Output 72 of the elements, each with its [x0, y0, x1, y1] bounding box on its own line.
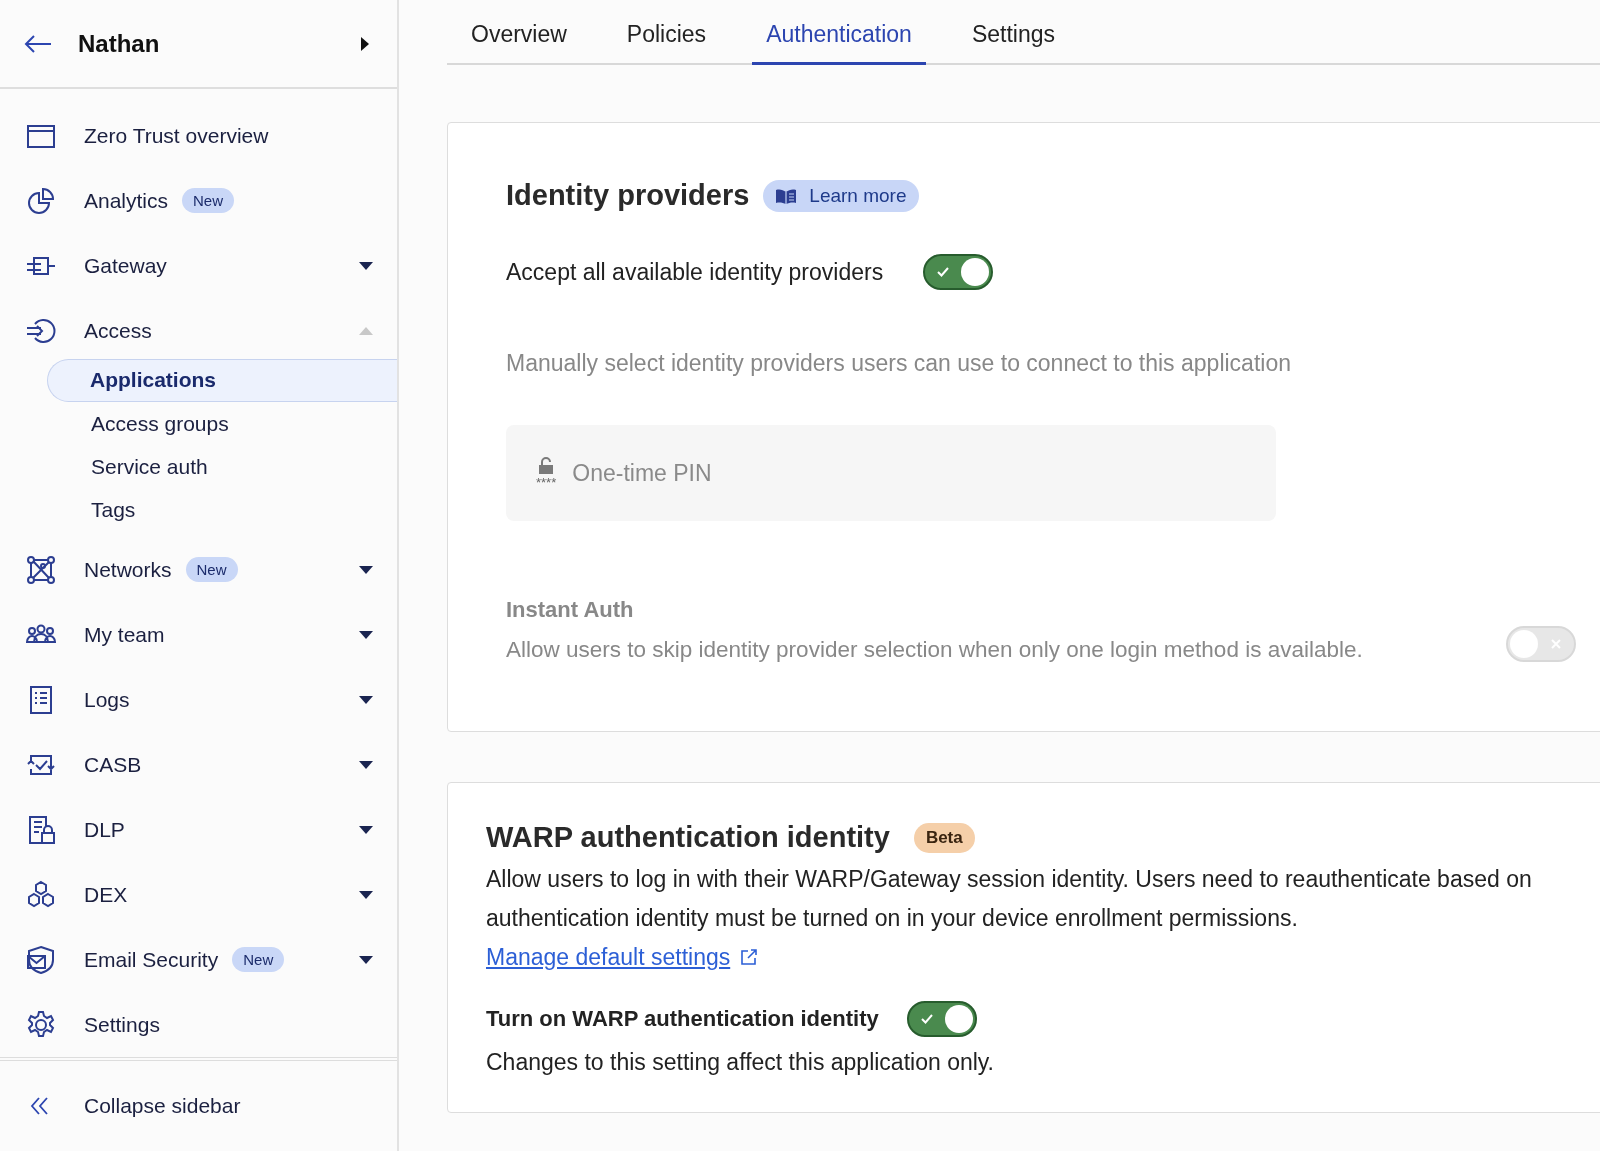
description-text: Allow users to log in with their WARP/Gateway session identity. Users need to reauthenticate based on [486, 866, 1533, 893]
instant-auth-description: Allow users to skip identity provider selection when only one login method is available. [506, 637, 1363, 663]
sidebar-item[interactable]: Zero Trust overview [0, 103, 397, 168]
sidebar-item[interactable]: DEX [0, 862, 397, 927]
sidebar-item-label: Analytics [84, 188, 169, 213]
toggle-switch[interactable] [923, 254, 994, 290]
note-text: Changes to this setting affect this application only. [486, 1049, 995, 1076]
sidebar-item[interactable]: Logs [0, 667, 397, 732]
tab[interactable]: Settings [957, 21, 1069, 65]
caret-down-icon[interactable] [359, 825, 373, 834]
sidebar-item-label: My team [84, 622, 165, 647]
caret-down-icon[interactable] [359, 890, 373, 899]
setting-label: Accept all available identity providers [506, 258, 884, 286]
pin-mask-text: **** [536, 477, 557, 489]
sidebar-item[interactable]: My team [0, 602, 397, 667]
sidebar-item[interactable]: DLP [0, 797, 397, 862]
double-chevron-left-icon [30, 1096, 50, 1116]
sidebar-item-label: CASB [84, 752, 142, 777]
caret-down-icon[interactable] [359, 955, 373, 964]
book-icon [775, 187, 798, 204]
back-arrow-icon[interactable] [24, 33, 52, 54]
caret-down-icon[interactable] [359, 695, 373, 704]
section-title: WARP authentication identity [486, 821, 890, 854]
caret-down-icon[interactable] [359, 760, 373, 769]
cross-icon [1549, 637, 1563, 651]
sidebar-subitem[interactable]: Service auth [47, 445, 397, 488]
network-nodes-icon [25, 553, 57, 586]
sidebar-item-label: DLP [84, 817, 125, 842]
sidebar-item[interactable]: Analytics New [0, 168, 397, 233]
external-link-icon [740, 948, 759, 966]
sidebar-item[interactable]: Settings [0, 992, 397, 1057]
caret-down-icon[interactable] [359, 261, 373, 270]
section-title: Identity providers [506, 179, 750, 212]
sidebar-subitem[interactable]: Tags [47, 488, 397, 531]
toggle-switch[interactable] [906, 1001, 977, 1037]
sidebar-subitem[interactable]: Applications [47, 359, 397, 402]
collapse-sidebar-button[interactable]: Collapse sidebar [0, 1057, 397, 1151]
description-text: authentication identity must be turned on in your device enrollment permissions. [486, 905, 1299, 932]
tab[interactable]: Authentication [752, 21, 926, 65]
sidebar-item-label: Gateway [84, 253, 167, 278]
padlock-icon [538, 457, 555, 475]
caret-icon[interactable] [361, 36, 369, 51]
provider-name: One-time PIN [572, 459, 712, 487]
setting-label: Turn on WARP authentication identity [486, 1006, 879, 1032]
new-badge: New [182, 188, 235, 213]
hint-text: Manually select identity providers users can use to connect to this application [506, 350, 1292, 377]
new-badge: New [185, 557, 238, 582]
sidebar-item-label: Access [84, 318, 152, 343]
sidebar-item-label: Settings [84, 1012, 160, 1037]
beta-badge: Beta [913, 822, 975, 853]
sidebar-item[interactable]: CASB [0, 732, 397, 797]
new-badge: New [232, 947, 285, 972]
sidebar-item-label: Logs [84, 687, 130, 712]
checkmark-icon [936, 265, 951, 279]
manage-default-settings-link[interactable]: Manage default settings [486, 944, 731, 971]
sidebar-subitem[interactable]: Access groups [47, 402, 397, 445]
sidebar-item[interactable]: Networks New [0, 537, 397, 602]
checkmark-icon [919, 1012, 934, 1026]
sidebar-item-label: Networks [84, 557, 172, 582]
sidebar-item-label: DEX [84, 882, 128, 907]
caret-down-icon[interactable] [359, 630, 373, 639]
account-name: Nathan [78, 29, 161, 58]
sidebar-item-label: Email Security [84, 947, 219, 972]
learn-more-button[interactable]: Learn more [763, 179, 919, 212]
tab[interactable]: Overview [457, 21, 581, 65]
sidebar-item[interactable]: Email Security New [0, 927, 397, 992]
tab[interactable]: Policies [612, 21, 721, 65]
envelope-shield-icon [25, 943, 57, 976]
sidebar-item[interactable]: Gateway [0, 233, 397, 298]
instant-auth-title: Instant Auth [506, 597, 635, 623]
sidebar-item-label: Zero Trust overview [84, 123, 269, 148]
caret-down-icon[interactable] [359, 565, 373, 574]
